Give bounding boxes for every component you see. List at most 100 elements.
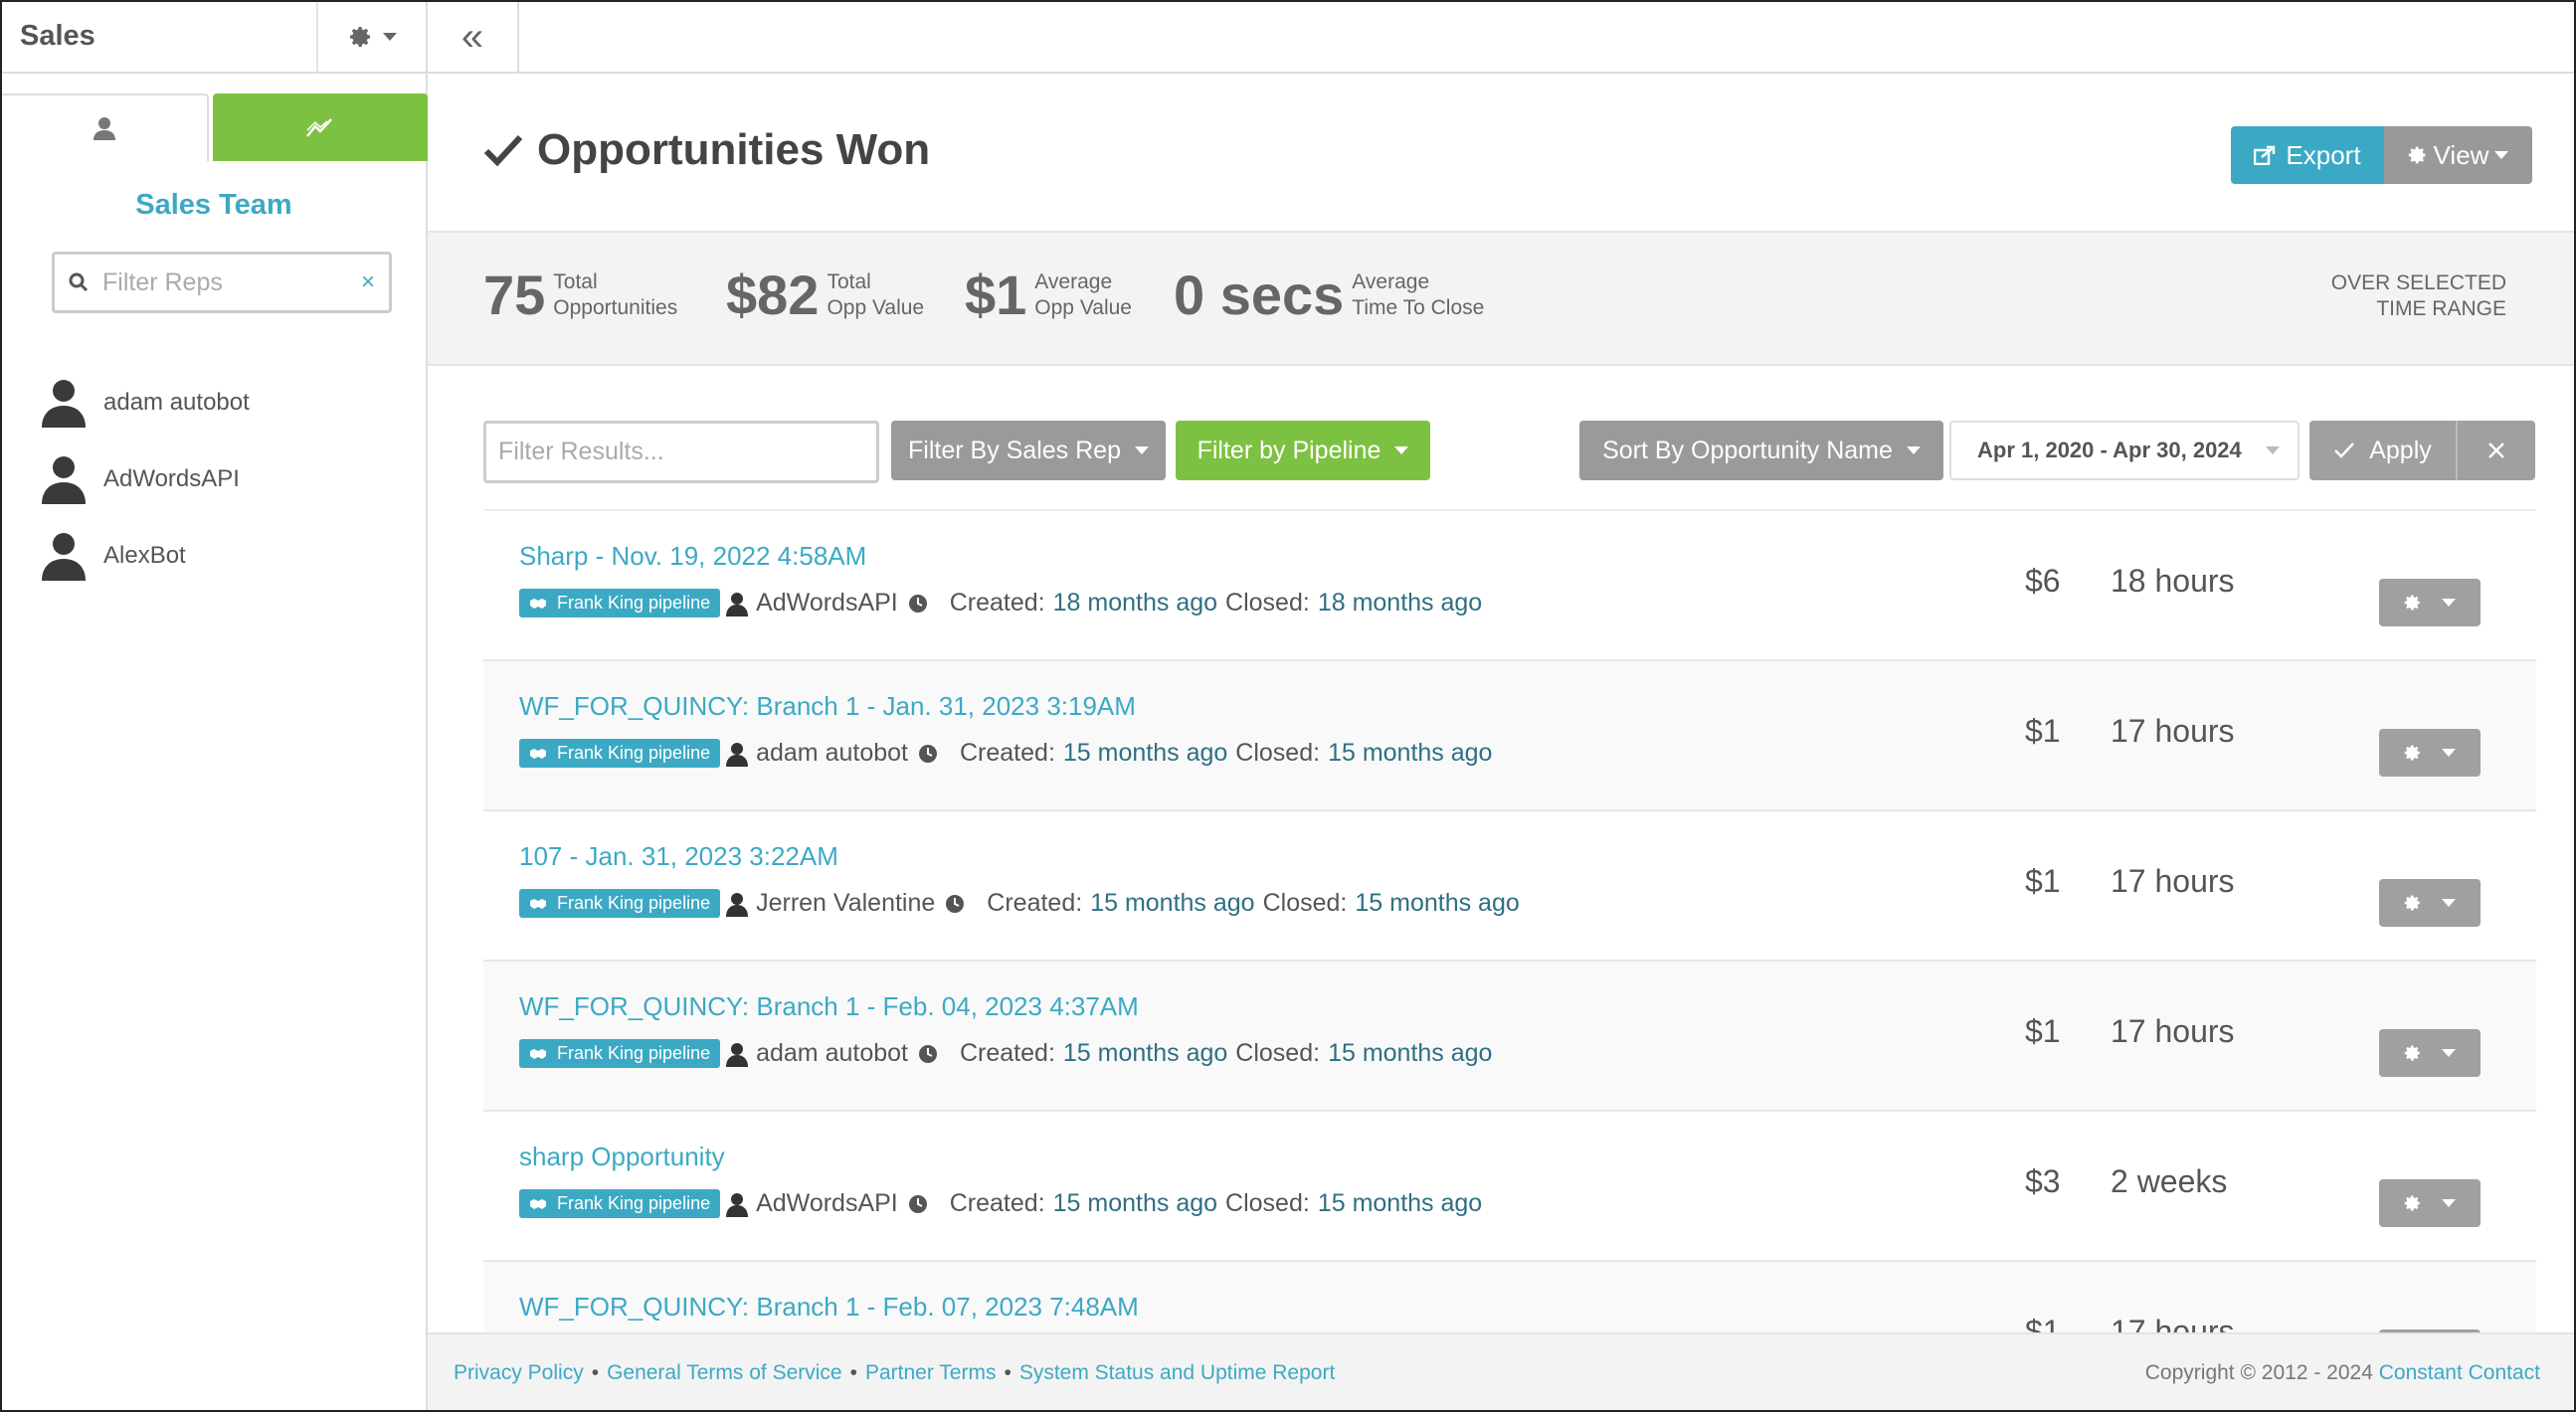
closed-date: 15 months ago: [1355, 889, 1520, 917]
chevron-down-icon: [383, 33, 397, 41]
user-avatar-icon: [42, 380, 86, 428]
created-date: 15 months ago: [1062, 739, 1228, 767]
opportunity-name-link[interactable]: WF_FOR_QUINCY: Branch 1 - Jan. 31, 2023 …: [519, 691, 1136, 722]
system-status-link[interactable]: System Status and Uptime Report: [1019, 1361, 1335, 1384]
chevron-down-icon: [2442, 1049, 2456, 1057]
range-note: OVER SELECTED TIME RANGE: [2330, 271, 2506, 320]
sidebar-tabs: [0, 93, 428, 161]
opportunity-duration: 17 hours: [2111, 713, 2235, 749]
sort-by-button[interactable]: Sort By Opportunity Name: [1579, 421, 1943, 480]
opportunity-duration: 17 hours: [2111, 863, 2235, 899]
stat-value: 0 secs: [1174, 264, 1345, 326]
row-actions-button[interactable]: [2379, 729, 2481, 777]
sidebar-title: Sales: [20, 19, 95, 52]
clear-filter-button[interactable]: ×: [361, 268, 375, 296]
export-icon: [2254, 145, 2276, 165]
created-date: 15 months ago: [1090, 889, 1255, 917]
tab-trends[interactable]: [213, 93, 428, 161]
filter-by-sales-rep-label: Filter By Sales Rep: [908, 436, 1121, 464]
opportunity-value: $3: [2025, 1163, 2061, 1199]
user-avatar-icon: [42, 456, 86, 504]
date-range-value: Apr 1, 2020 - Apr 30, 2024: [1977, 438, 2242, 462]
sales-team-heading: Sales Team: [135, 189, 292, 221]
view-button[interactable]: View: [2384, 126, 2532, 184]
rep-item[interactable]: AdWordsAPI: [40, 454, 240, 504]
opportunity-duration: 2 weeks: [2111, 1163, 2228, 1199]
check-icon: [483, 134, 523, 167]
opportunity-name-link[interactable]: 107 - Jan. 31, 2023 3:22AM: [519, 841, 838, 872]
row-actions-button[interactable]: [2379, 579, 2481, 626]
gear-icon: [2404, 895, 2420, 911]
opportunity-meta: Frank King pipeline adam autobot Created…: [519, 739, 1492, 768]
gear-icon: [350, 27, 370, 48]
row-actions-button[interactable]: [2379, 879, 2481, 927]
rep-item[interactable]: adam autobot: [40, 378, 250, 428]
closed-date: 15 months ago: [1317, 1189, 1483, 1217]
row-actions-button[interactable]: [2379, 1029, 2481, 1077]
filter-by-pipeline-button[interactable]: Filter by Pipeline: [1176, 421, 1430, 480]
rep-name: adam autobot: [103, 389, 250, 416]
opportunity-meta: Frank King pipeline AdWordsAPI Created: 1…: [519, 589, 1482, 618]
pipeline-badge: Frank King pipeline: [519, 589, 721, 618]
export-label: Export: [2286, 139, 2361, 170]
filter-by-sales-rep-button[interactable]: Filter By Sales Rep: [891, 421, 1166, 480]
user-icon: [726, 592, 749, 617]
clear-filters-button[interactable]: [2456, 421, 2535, 480]
row-actions-button[interactable]: [2379, 1179, 2481, 1227]
opportunity-name-link[interactable]: sharp Opportunity: [519, 1142, 725, 1172]
opportunity-name-link[interactable]: WF_FOR_QUINCY: Branch 1 - Feb. 07, 2023 …: [519, 1292, 1139, 1323]
rep-name: AlexBot: [103, 542, 186, 569]
opportunity-row: Sharp - Nov. 19, 2022 4:58AM Frank King …: [483, 511, 2536, 661]
opportunity-row: WF_FOR_QUINCY: Branch 1 - Feb. 04, 2023 …: [483, 962, 2536, 1112]
clock-icon: [946, 894, 965, 913]
partner-terms-link[interactable]: Partner Terms: [865, 1361, 997, 1384]
export-button[interactable]: Export: [2231, 126, 2384, 184]
apply-label: Apply: [2369, 436, 2432, 464]
opportunities-list: Sharp - Nov. 19, 2022 4:58AM Frank King …: [483, 509, 2536, 1334]
opportunity-row: 107 - Jan. 31, 2023 3:22AM Frank King pi…: [483, 811, 2536, 962]
clock-icon: [908, 1194, 927, 1213]
stats-band: 75 Total Opportunities $82 Total Opp Value…: [428, 231, 2576, 366]
chevron-down-icon: [2266, 446, 2280, 454]
opportunity-name-link[interactable]: WF_FOR_QUINCY: Branch 1 - Feb. 04, 2023 …: [519, 991, 1139, 1022]
apply-button[interactable]: Apply: [2309, 421, 2456, 480]
sidebar-settings-button[interactable]: [316, 0, 428, 74]
pipeline-badge: Frank King pipeline: [519, 739, 721, 768]
chevron-down-icon: [2494, 151, 2509, 159]
user-icon: [726, 1042, 749, 1067]
tab-sales-reps[interactable]: [0, 93, 209, 161]
page-header: Opportunities Won Export View: [428, 76, 2576, 231]
rep-name: adam autobot: [756, 739, 908, 767]
rep-name: AdWordsAPI: [756, 589, 898, 617]
search-icon: [69, 272, 89, 292]
gear-icon: [2404, 595, 2420, 611]
rep-item[interactable]: AlexBot: [40, 531, 186, 581]
filter-reps-input[interactable]: [102, 267, 341, 297]
stat-average-time-to-close: 0 secs Average Time To Close: [1174, 263, 1484, 327]
user-icon: [726, 892, 749, 917]
page-title-text: Opportunities Won: [537, 125, 931, 174]
privacy-policy-link[interactable]: Privacy Policy: [454, 1361, 584, 1384]
filter-results-input[interactable]: [483, 421, 879, 483]
separator: •: [849, 1361, 857, 1384]
closed-date: 15 months ago: [1328, 739, 1493, 767]
opportunity-row: WF_FOR_QUINCY: Branch 1 - Jan. 31, 2023 …: [483, 661, 2536, 811]
date-range-picker[interactable]: Apr 1, 2020 - Apr 30, 2024: [1949, 421, 2300, 480]
filter-reps-field[interactable]: ×: [52, 252, 392, 313]
chevron-down-icon: [1394, 446, 1409, 454]
clock-icon: [919, 1044, 937, 1063]
handshake-icon: [530, 1048, 546, 1059]
top-bar: «: [428, 0, 2576, 74]
chevron-down-icon: [1134, 446, 1149, 454]
opportunity-name-link[interactable]: Sharp - Nov. 19, 2022 4:58AM: [519, 541, 866, 572]
rep-name: Jerren Valentine: [756, 889, 936, 917]
handshake-icon: [530, 748, 546, 759]
stat-label: Average Opp Value: [1034, 269, 1132, 319]
created-date: 18 months ago: [1052, 589, 1218, 617]
gear-icon: [2404, 1195, 2420, 1211]
terms-of-service-link[interactable]: General Terms of Service: [607, 1361, 842, 1384]
brand-link[interactable]: Constant Contact: [2379, 1361, 2540, 1384]
collapse-sidebar-button[interactable]: «: [428, 0, 519, 74]
handshake-icon: [530, 1198, 546, 1209]
opportunity-value: $1: [2025, 1314, 2061, 1334]
